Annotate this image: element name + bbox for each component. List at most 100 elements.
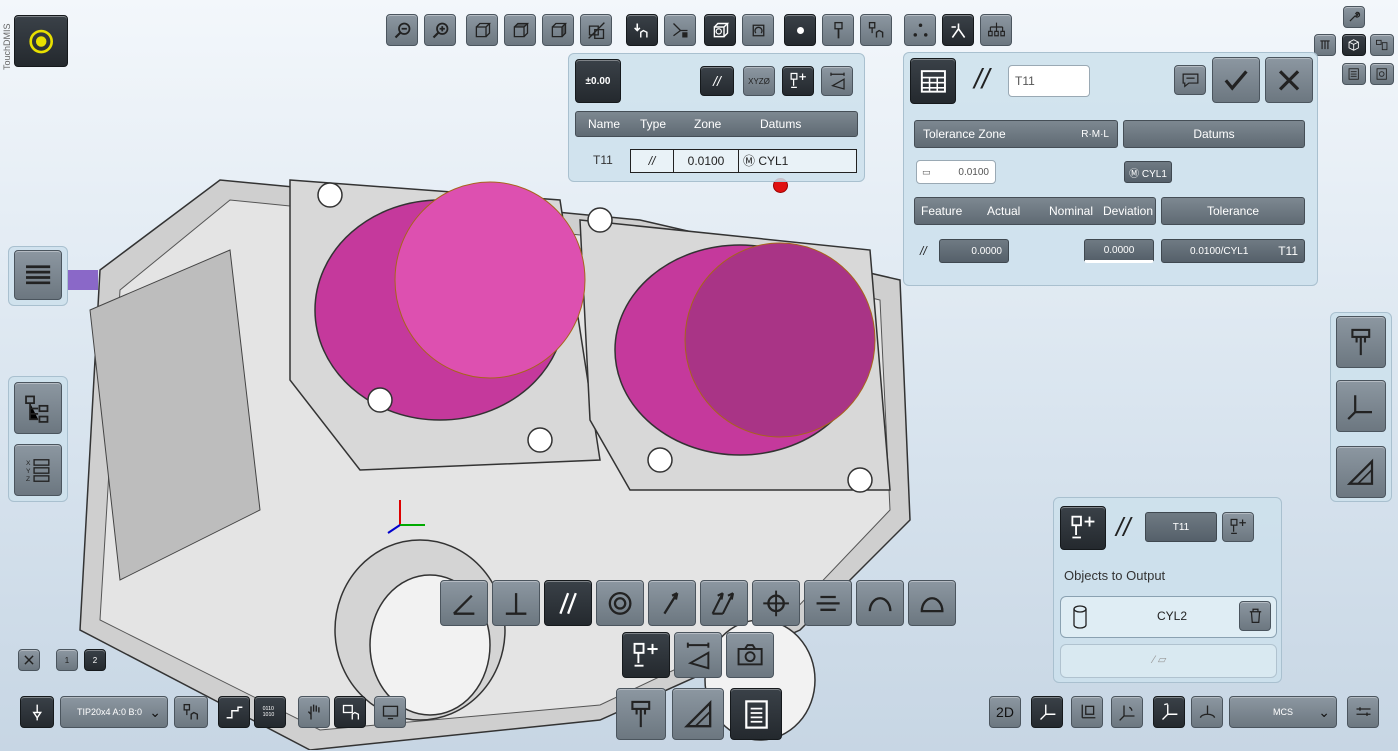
- delete-object-button[interactable]: [1239, 601, 1271, 631]
- dimension-icon: [829, 72, 845, 90]
- datum-button[interactable]: [782, 66, 814, 96]
- line-profile-button[interactable]: [856, 580, 904, 626]
- home-button[interactable]: [14, 15, 68, 67]
- output-name-field[interactable]: T11: [1145, 512, 1217, 542]
- settings-slider-button[interactable]: [1347, 696, 1379, 728]
- xyz-button[interactable]: XYZØ: [743, 66, 775, 96]
- output-object-row[interactable]: CYL2: [1060, 596, 1277, 638]
- stylus-button[interactable]: [822, 14, 854, 46]
- symmetry-button[interactable]: [804, 580, 852, 626]
- view-top-button[interactable]: [504, 14, 536, 46]
- zoom-out-button[interactable]: [386, 14, 418, 46]
- view-iso-button[interactable]: [466, 14, 498, 46]
- tolerance-list-button[interactable]: [910, 58, 956, 104]
- clear-button[interactable]: [18, 649, 40, 671]
- model-button[interactable]: [1342, 34, 1366, 56]
- probes-button[interactable]: [1314, 34, 1336, 56]
- zone-value-field[interactable]: ▭ 0.0100: [916, 160, 996, 184]
- align-plane-button[interactable]: [1071, 696, 1103, 728]
- wrench-button[interactable]: [1343, 6, 1365, 28]
- concentricity-button[interactable]: [596, 580, 644, 626]
- point-button[interactable]: [784, 14, 816, 46]
- probe-hand-button[interactable]: [860, 14, 892, 46]
- surface-profile-button[interactable]: [908, 580, 956, 626]
- coord-system-dropdown[interactable]: MCS ⌄: [1229, 696, 1337, 728]
- display-button[interactable]: [374, 696, 406, 728]
- target-icon: [29, 29, 53, 53]
- tolerance-value-field[interactable]: 0.0100/CYL1 T11: [1161, 239, 1305, 263]
- runout-button[interactable]: [648, 580, 696, 626]
- axes-icon: [1347, 394, 1373, 420]
- cancel-button[interactable]: [1265, 57, 1313, 103]
- feature-control-frame[interactable]: // 0.0100 Ⓜ CYL1: [630, 149, 857, 173]
- coord-axes-button[interactable]: [1031, 696, 1063, 728]
- output-datum-small-button[interactable]: [1222, 512, 1254, 542]
- probe-select-button[interactable]: [20, 696, 54, 728]
- actual-value-field[interactable]: 0.0000: [939, 239, 1009, 263]
- dimension-tool-button[interactable]: [674, 632, 722, 678]
- layout-button[interactable]: [1370, 34, 1394, 56]
- sliders-icon: [1356, 706, 1370, 716]
- cube-view-button[interactable]: [704, 14, 736, 46]
- cylinder-one-button[interactable]: 1: [56, 649, 78, 671]
- manual-button[interactable]: [298, 696, 330, 728]
- best-fit-button[interactable]: [1191, 696, 1223, 728]
- zoom-in-button[interactable]: [424, 14, 456, 46]
- probe-tool-button[interactable]: [1336, 316, 1386, 368]
- probe-dropdown[interactable]: TIP20x4 A:0 B:0 ⌄: [60, 696, 168, 728]
- probe-bottom-button[interactable]: [616, 688, 666, 740]
- list-button[interactable]: [1342, 63, 1366, 85]
- probe-calibrate-button[interactable]: [174, 696, 208, 728]
- view-2d-button[interactable]: 2D: [989, 696, 1021, 728]
- total-runout-button[interactable]: [700, 580, 748, 626]
- perpendicularity-button[interactable]: [492, 580, 540, 626]
- tolerance-button[interactable]: ±0.00: [575, 59, 621, 103]
- camera-button[interactable]: [726, 632, 774, 678]
- datums-header[interactable]: Datums: [1123, 120, 1305, 148]
- parallel-symbol-button[interactable]: //: [700, 66, 734, 96]
- construct-button[interactable]: [942, 14, 974, 46]
- dimension-button[interactable]: [821, 66, 853, 96]
- remote-button[interactable]: [334, 696, 366, 728]
- accept-button[interactable]: [1212, 57, 1260, 103]
- datum-tool-button[interactable]: [622, 632, 670, 678]
- angularity-button[interactable]: [440, 580, 488, 626]
- rotate-view-button[interactable]: [742, 14, 774, 46]
- view-section-button[interactable]: [580, 14, 612, 46]
- menu-button[interactable]: [14, 250, 62, 300]
- align-origin-button[interactable]: [1153, 696, 1185, 728]
- cylinder-one-label: 1: [64, 655, 70, 665]
- parallelism-button[interactable]: [544, 580, 592, 626]
- evaluation-header: Feature Actual Nominal Deviation: [914, 197, 1156, 225]
- tolerance-tool-button[interactable]: [1336, 446, 1386, 498]
- view-side-button[interactable]: [542, 14, 574, 46]
- probe-touch-icon: [868, 21, 883, 37]
- datum-chip[interactable]: Ⓜ CYL1: [1124, 161, 1172, 183]
- datum-icon: [790, 73, 806, 89]
- probe-feature-button[interactable]: [626, 14, 658, 46]
- tolerance-zone-header[interactable]: Tolerance Zone R·M·L: [914, 120, 1118, 148]
- tree-button[interactable]: [980, 14, 1012, 46]
- position-button[interactable]: [752, 580, 800, 626]
- binary-button[interactable]: 0110 1010: [254, 696, 286, 728]
- comment-button[interactable]: [1174, 65, 1206, 95]
- report-bottom-button[interactable]: [730, 688, 782, 740]
- tolerance-bottom-button[interactable]: [672, 688, 724, 740]
- path-button[interactable]: [218, 696, 250, 728]
- axis-feature-button[interactable]: [664, 14, 696, 46]
- points-button[interactable]: [904, 14, 936, 46]
- output-datum-button[interactable]: [1060, 506, 1106, 550]
- part-model-view[interactable]: [60, 160, 960, 750]
- report-button[interactable]: [1370, 63, 1394, 85]
- xyz-readout-button[interactable]: XYZ: [14, 444, 62, 496]
- align-rotate-button[interactable]: [1111, 696, 1143, 728]
- chevron-down-icon: ⌄: [1318, 703, 1330, 720]
- row-name[interactable]: T11: [593, 153, 613, 167]
- deviation-value-field[interactable]: 0.0000: [1084, 239, 1154, 263]
- tolerance-editor-panel: // Tolerance Zone R·M·L Datums ▭ 0.0100 …: [903, 52, 1318, 286]
- output-empty-row[interactable]: ⁄ ▱: [1060, 644, 1277, 678]
- cylinder-two-button[interactable]: 2: [84, 649, 106, 671]
- tolerance-name-input[interactable]: [1008, 65, 1090, 97]
- program-tree-button[interactable]: [14, 382, 62, 434]
- coordinate-system-button[interactable]: [1336, 380, 1386, 432]
